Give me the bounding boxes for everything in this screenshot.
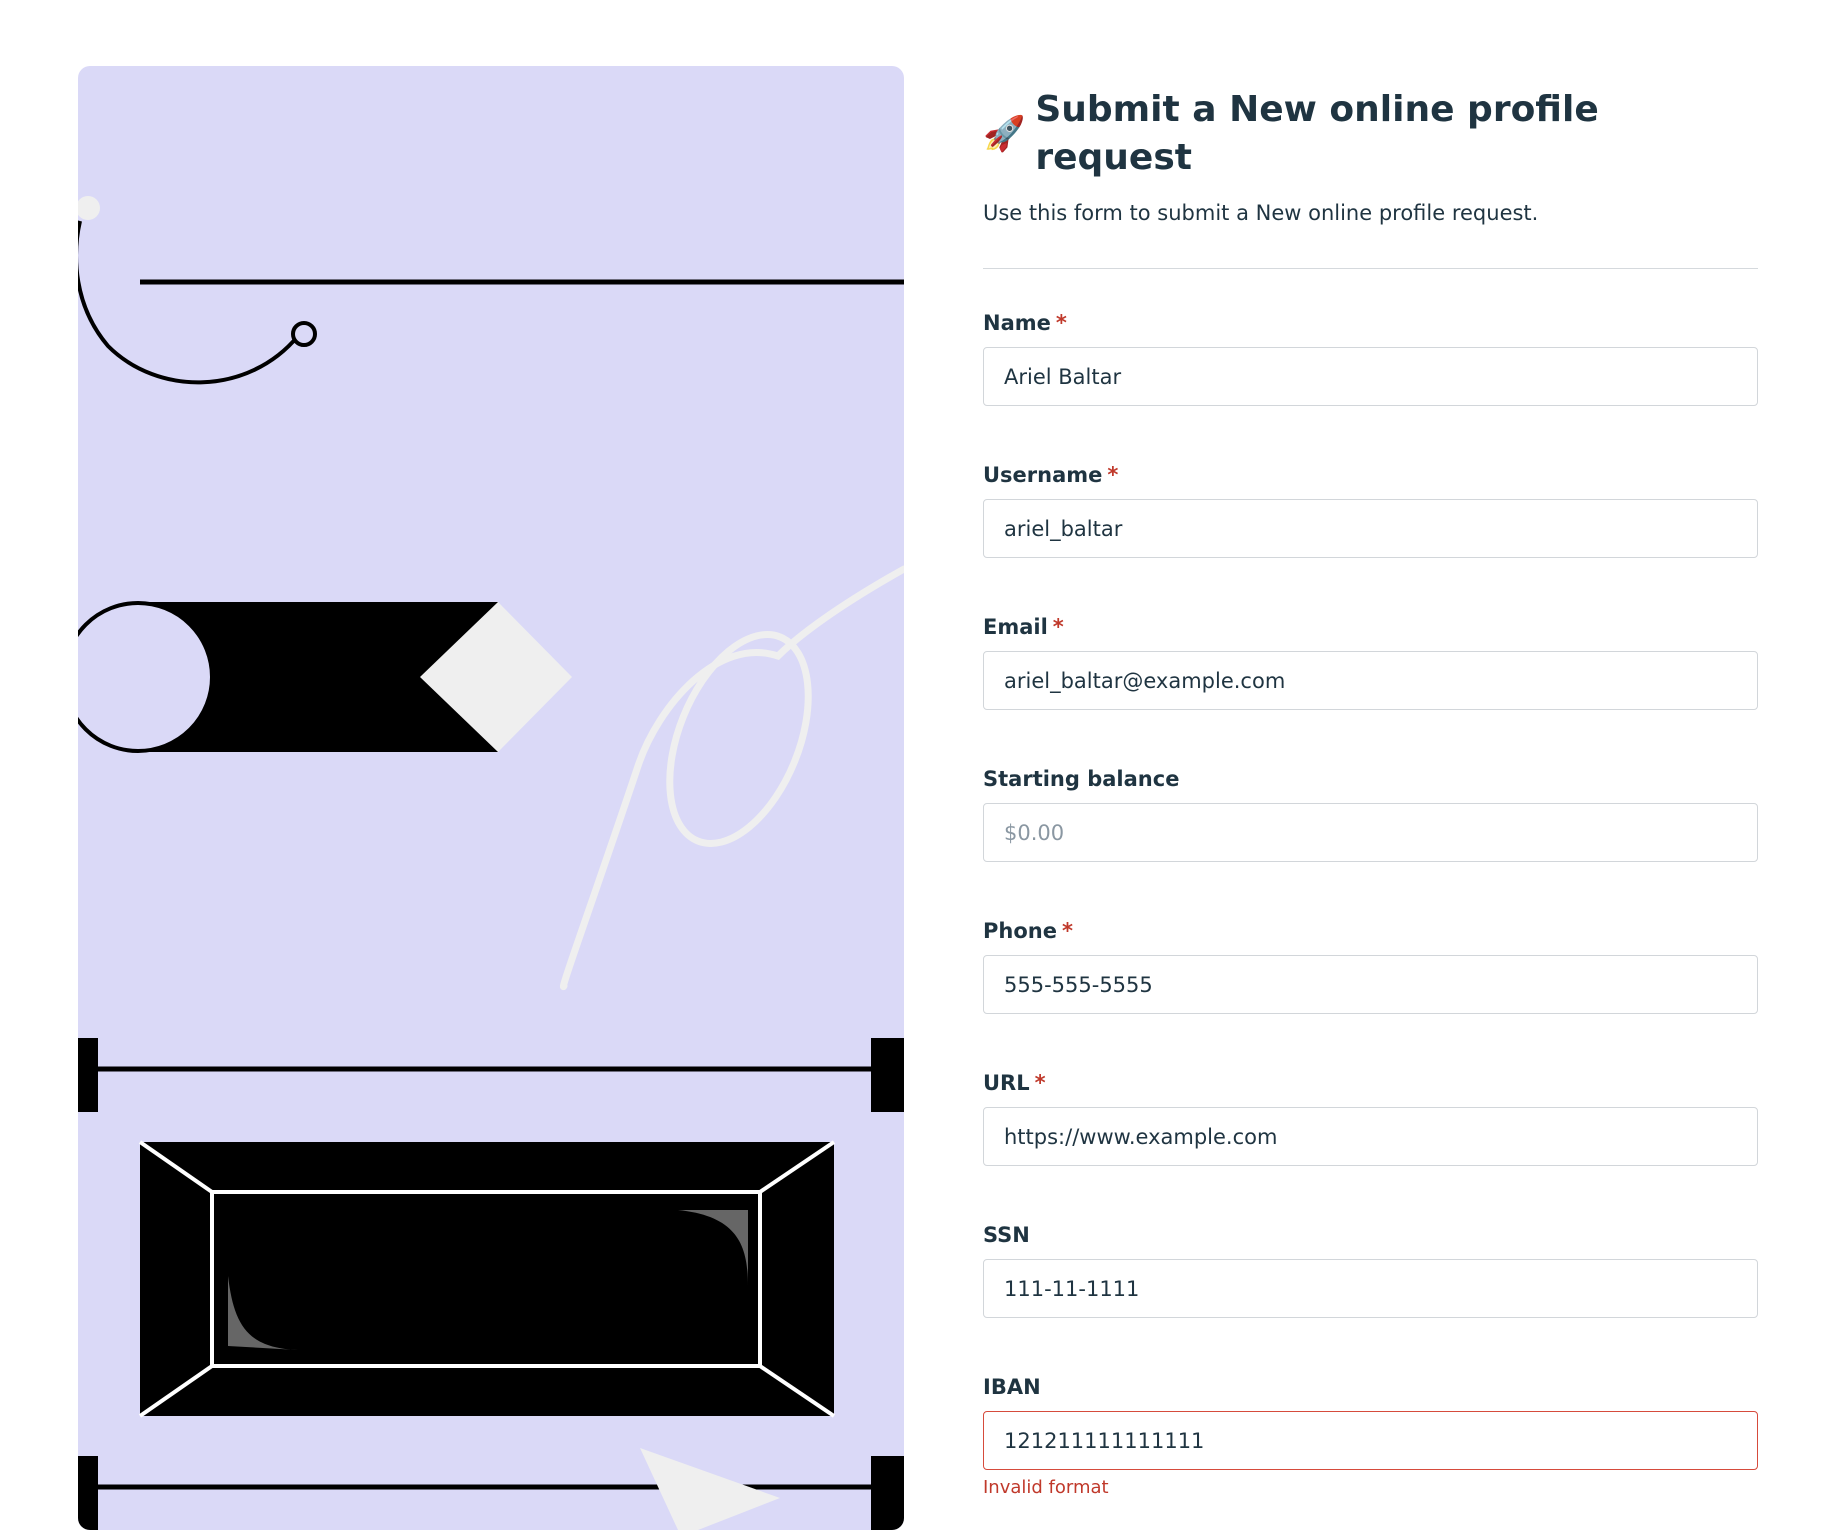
required-marker: * [1055,311,1067,335]
iban-error-message: Invalid format [983,1477,1109,1498]
name-field: Name * [983,309,1758,406]
ssn-field: SSN [983,1221,1758,1318]
url-label: URL * [983,1071,1046,1095]
starting-balance-input[interactable] [983,803,1758,862]
phone-label: Phone * [983,919,1073,943]
phone-input[interactable] [983,955,1758,1014]
page-title-text: Submit a New online profile request [1035,89,1599,178]
page-subtitle: Use this form to submit a New online pro… [983,201,1539,225]
profile-request-form: 🚀 Submit a New online profile request Us… [983,86,1758,1498]
iban-field: IBAN Invalid format [983,1373,1758,1498]
required-marker: * [1034,1071,1046,1095]
decorative-illustration [78,66,904,1530]
page-title: 🚀 Submit a New online profile request [983,86,1758,182]
divider [983,268,1758,269]
iban-input[interactable] [983,1411,1758,1470]
starting-balance-field: Starting balance [983,765,1758,862]
ssn-label: SSN [983,1223,1030,1247]
email-field: Email * [983,613,1758,710]
required-marker: * [1061,919,1073,943]
email-label: Email * [983,615,1064,639]
name-input[interactable] [983,347,1758,406]
url-field: URL * [983,1069,1758,1166]
name-label: Name * [983,311,1067,335]
username-field: Username * [983,461,1758,558]
url-input[interactable] [983,1107,1758,1166]
required-marker: * [1052,615,1064,639]
iban-label: IBAN [983,1375,1041,1399]
username-label: Username * [983,463,1119,487]
starting-balance-label: Starting balance [983,767,1180,791]
phone-field: Phone * [983,917,1758,1014]
rocket-icon: 🚀 [983,114,1026,154]
ssn-input[interactable] [983,1259,1758,1318]
email-input[interactable] [983,651,1758,710]
username-input[interactable] [983,499,1758,558]
required-marker: * [1107,463,1119,487]
